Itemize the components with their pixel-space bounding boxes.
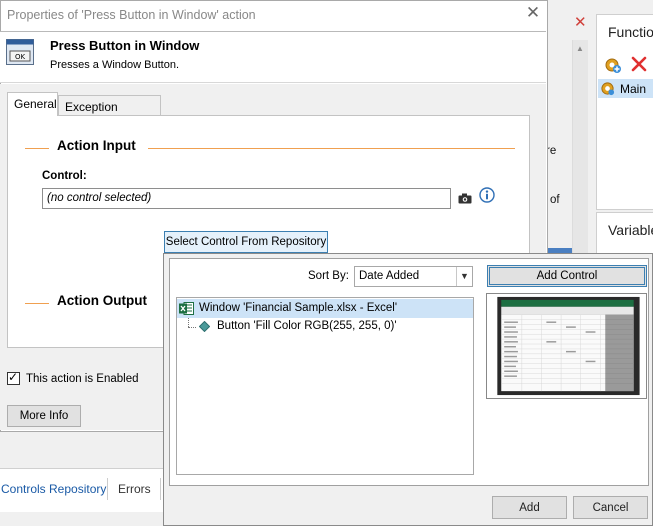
variables-title: Variable xyxy=(608,222,653,238)
control-label: Control: xyxy=(42,170,87,182)
select-control-from-repository-button[interactable]: Select Control From Repository xyxy=(164,231,328,253)
section-title-action-output: Action Output xyxy=(57,293,147,308)
control-field[interactable]: (no control selected) xyxy=(42,188,451,209)
tab-controls-repository[interactable]: Controls Repository xyxy=(1,482,106,496)
cancel-button[interactable]: Cancel xyxy=(573,496,648,519)
more-info-button[interactable]: More Info xyxy=(7,405,81,427)
chevron-down-icon[interactable]: ▼ xyxy=(456,267,472,286)
bg-scrollbar[interactable] xyxy=(572,40,588,260)
enabled-label: This action is Enabled xyxy=(26,373,139,385)
section-divider xyxy=(25,148,49,149)
scroll-up-icon[interactable]: ▲ xyxy=(574,44,586,54)
info-icon[interactable] xyxy=(479,187,495,203)
section-divider xyxy=(148,148,515,149)
svg-text:OK: OK xyxy=(15,53,26,61)
add-button[interactable]: Add xyxy=(492,496,567,519)
header-description: Presses a Window Button. xyxy=(50,59,180,71)
section-divider xyxy=(25,303,49,304)
section-title-action-input: Action Input xyxy=(57,138,136,153)
tab-general[interactable]: General xyxy=(7,92,58,116)
tree-item-button[interactable]: Button 'Fill Color RGB(255, 255, 0)' xyxy=(217,320,397,332)
tab-divider xyxy=(107,478,108,500)
functions-title: Function xyxy=(608,24,653,40)
function-item-label: Main xyxy=(620,82,647,96)
tab-divider xyxy=(160,478,161,500)
close-icon[interactable]: ✕ xyxy=(525,4,541,21)
tree-item-label: Window 'Financial Sample.xlsx - Excel' xyxy=(199,302,398,314)
excel-icon xyxy=(179,302,194,315)
delete-function-icon[interactable] xyxy=(630,55,648,73)
bg-close-icon[interactable]: ✕ xyxy=(574,15,588,30)
sort-by-label: Sort By: xyxy=(308,270,349,282)
header-title: Press Button in Window xyxy=(50,38,200,53)
checkmark-icon: ✓ xyxy=(8,370,19,384)
tree-connector xyxy=(188,327,196,328)
tab-exception-handling[interactable]: Exception Handling xyxy=(58,95,161,128)
diamond-icon xyxy=(199,321,210,332)
tree-connector xyxy=(188,318,189,327)
tab-errors[interactable]: Errors xyxy=(118,482,151,496)
camera-icon[interactable] xyxy=(458,193,472,204)
gear-icon xyxy=(601,82,615,96)
add-control-button[interactable]: Add Control xyxy=(487,265,647,287)
button-ok-icon: OK xyxy=(6,39,34,65)
dialog-title: Properties of 'Press Button in Window' a… xyxy=(7,8,256,22)
add-function-icon[interactable] xyxy=(605,57,621,73)
control-preview-thumbnail xyxy=(486,293,647,399)
functions-panel xyxy=(596,14,653,210)
